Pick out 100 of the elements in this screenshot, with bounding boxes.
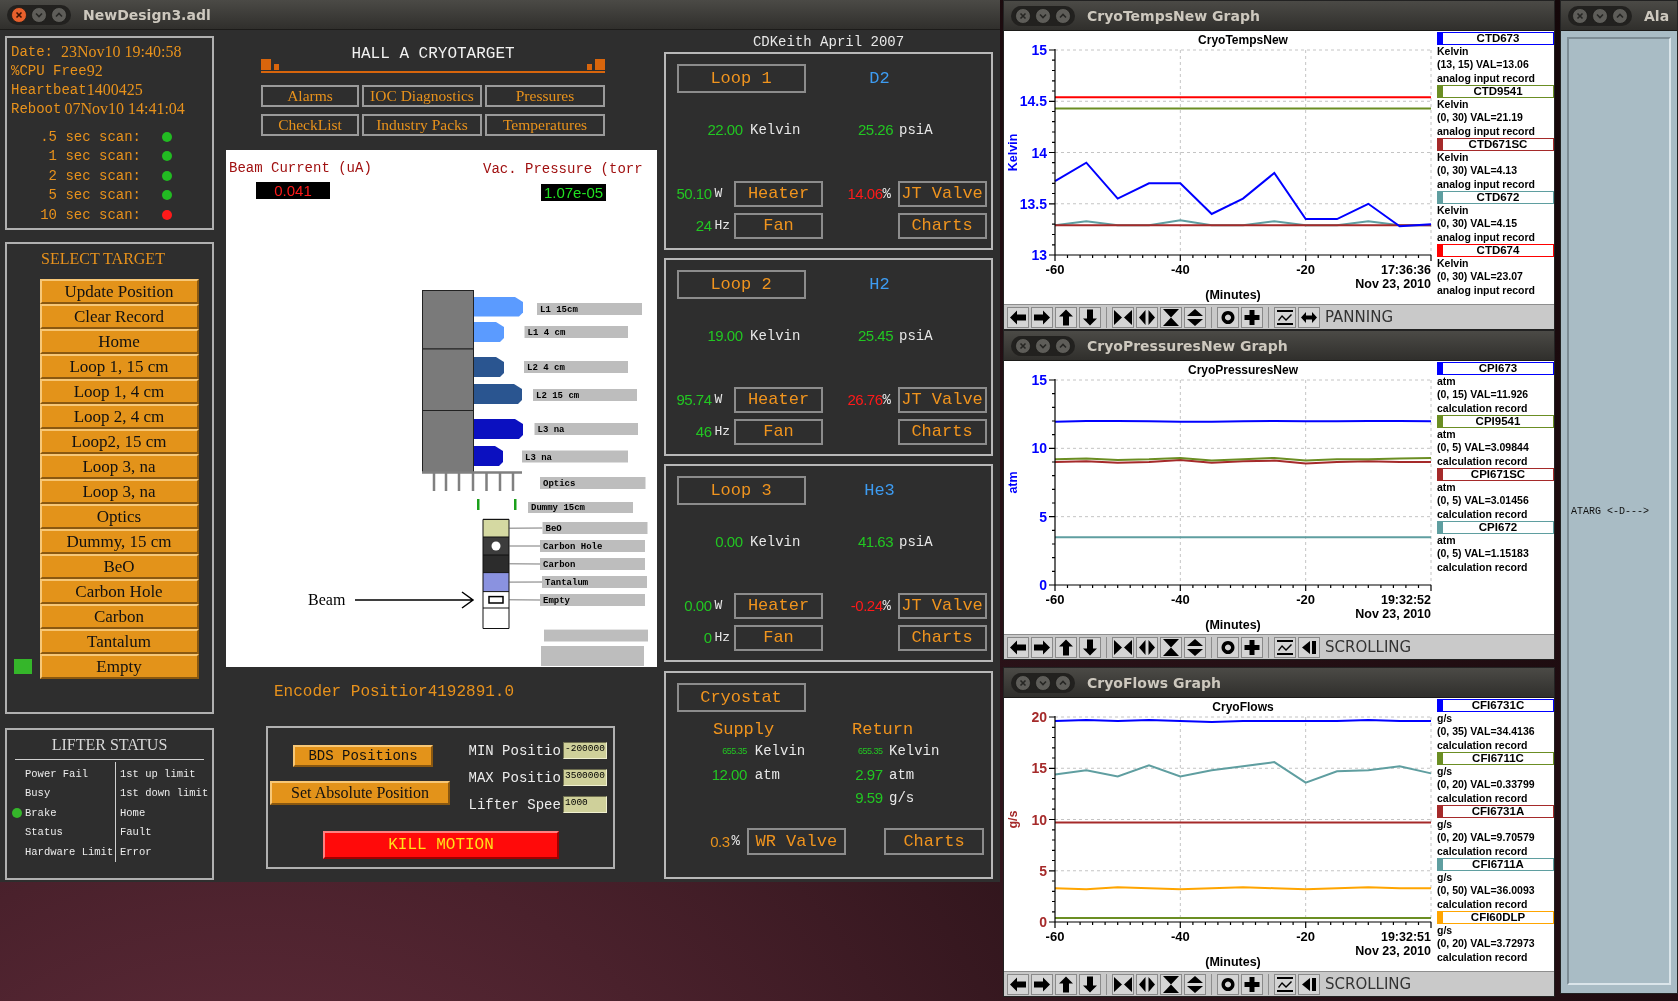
tick-label: 14.5	[1019, 93, 1047, 110]
tick-label: 10	[1031, 811, 1047, 828]
double-diamond-icon[interactable]	[1136, 306, 1158, 328]
fan-button[interactable]: Fan	[734, 419, 823, 445]
jt-valve-button[interactable]: JT Valve	[897, 593, 987, 619]
target-button[interactable]: Loop2, 15 cm	[39, 429, 199, 454]
bowtie-icon[interactable]	[1112, 306, 1134, 328]
hourglass-icon[interactable]	[1160, 636, 1182, 658]
plus-icon[interactable]	[1241, 973, 1263, 995]
maximize-icon[interactable]	[51, 6, 67, 23]
target-button[interactable]: Clear Record	[39, 304, 199, 329]
unit-label: Kelvin	[750, 122, 802, 138]
menu-button[interactable]: Industry Packs	[362, 114, 482, 136]
ring-icon[interactable]	[1217, 973, 1239, 995]
legend-text: atm	[1437, 375, 1457, 389]
maximize-icon[interactable]	[1055, 674, 1071, 691]
menu-button[interactable]: Temperatures	[485, 114, 605, 136]
target-button[interactable]: Tantalum	[39, 629, 199, 654]
heater-button[interactable]: Heater	[734, 387, 823, 413]
bds-positions-button[interactable]: BDS Positions	[293, 744, 433, 767]
target-button[interactable]: Loop 3, na	[39, 454, 199, 479]
set-position-button[interactable]: Set Absolute Position	[270, 780, 450, 805]
target-button[interactable]: Loop 2, 4 cm	[39, 404, 199, 429]
minimize-icon[interactable]	[1035, 337, 1051, 354]
target-button[interactable]: Carbon	[39, 604, 199, 629]
maximize-icon[interactable]	[1055, 7, 1071, 24]
minimize-icon[interactable]	[1035, 7, 1051, 24]
charts-button[interactable]: Charts	[897, 213, 987, 239]
unit-label: Hz	[714, 630, 732, 646]
charts-button[interactable]: Charts	[897, 625, 987, 651]
legend-text: analog input record	[1437, 177, 1536, 191]
ring-icon[interactable]	[1217, 306, 1239, 328]
target-button[interactable]: Update Position	[39, 279, 199, 304]
minimize-icon[interactable]	[1035, 674, 1051, 691]
target-button[interactable]: Home	[39, 329, 199, 354]
status-label: Date:	[11, 43, 53, 60]
target-button[interactable]: Loop 1, 15 cm	[39, 354, 199, 379]
kill-motion-button[interactable]: KILL MOTION	[323, 831, 559, 859]
hourglass-icon[interactable]	[1160, 973, 1182, 995]
waveform-box-icon[interactable]	[1274, 306, 1296, 328]
close-icon[interactable]	[1015, 674, 1031, 691]
target-button[interactable]: Dummy, 15 cm	[39, 529, 199, 554]
unit-label: Kelvin	[888, 742, 941, 761]
maximize-icon[interactable]	[1055, 337, 1071, 354]
waveform-box-icon[interactable]	[1274, 636, 1296, 658]
up-down-triangles-icon[interactable]	[1184, 306, 1206, 328]
field-label: Lifter Spee	[468, 796, 562, 813]
close-icon[interactable]	[11, 6, 27, 23]
close-icon[interactable]	[1015, 337, 1031, 354]
plus-icon[interactable]	[1241, 636, 1263, 658]
heater-button[interactable]: Heater	[734, 181, 823, 207]
arrow-to-bar-icon[interactable]	[1298, 636, 1320, 658]
menu-button[interactable]: Alarms	[261, 85, 359, 107]
target-button[interactable]: Empty	[39, 654, 199, 679]
menu-button[interactable]: IOC Diagnostics	[362, 85, 482, 107]
minimize-icon[interactable]	[31, 6, 47, 23]
fan-button[interactable]: Fan	[734, 625, 823, 651]
cryostat-button[interactable]: Cryostat	[676, 682, 806, 712]
jt-valve-button[interactable]: JT Valve	[897, 181, 987, 207]
menu-button[interactable]: Pressures	[485, 85, 605, 107]
double-diamond-icon[interactable]	[1136, 636, 1158, 658]
legend-header: CTD672	[1437, 191, 1554, 204]
encoder-value: 4192891.0	[427, 683, 515, 701]
close-icon[interactable]	[1572, 7, 1588, 24]
charts-button[interactable]: Charts	[884, 827, 984, 855]
heater-button[interactable]: Heater	[734, 593, 823, 619]
arrow-to-bar-icon[interactable]	[1298, 973, 1320, 995]
loop-button[interactable]: Loop 2	[676, 269, 806, 299]
jt-valve-button[interactable]: JT Valve	[897, 387, 987, 413]
loop-button[interactable]: Loop 3	[676, 475, 806, 505]
legend-text: calculation record	[1437, 950, 1529, 964]
bowtie-icon[interactable]	[1112, 973, 1134, 995]
target-button[interactable]: Optics	[39, 504, 199, 529]
hourglass-icon[interactable]	[1160, 306, 1182, 328]
menu-button[interactable]: CheckList	[261, 114, 359, 136]
minimize-icon[interactable]	[1592, 7, 1608, 24]
up-down-triangles-icon[interactable]	[1184, 636, 1206, 658]
up-down-triangles-icon[interactable]	[1184, 973, 1206, 995]
double-diamond-icon[interactable]	[1136, 973, 1158, 995]
plus-icon[interactable]	[1241, 306, 1263, 328]
loop-button[interactable]: Loop 1	[676, 63, 806, 93]
mode-label: PANNING	[1325, 308, 1394, 326]
wr-valve-button[interactable]: WR Valve	[746, 827, 846, 855]
entry-field[interactable]: 1000	[563, 796, 607, 814]
fan-button[interactable]: Fan	[734, 213, 823, 239]
charts-button[interactable]: Charts	[897, 419, 987, 445]
target-button[interactable]: Loop 1, 4 cm	[39, 379, 199, 404]
target-button[interactable]: Carbon Hole	[39, 579, 199, 604]
target-button[interactable]: BeO	[39, 554, 199, 579]
status-label: Heartbeat	[11, 81, 87, 98]
mode-label: SCROLLING	[1325, 975, 1412, 993]
entry-field[interactable]: -200000	[563, 742, 607, 760]
waveform-box-icon[interactable]	[1274, 973, 1296, 995]
maximize-icon[interactable]	[1612, 7, 1628, 24]
target-button[interactable]: Loop 3, na	[39, 479, 199, 504]
target-label: Carbon	[540, 558, 645, 570]
entry-field[interactable]: 3500000	[563, 769, 607, 787]
bowtie-icon[interactable]	[1112, 636, 1134, 658]
close-icon[interactable]	[1015, 7, 1031, 24]
ring-icon[interactable]	[1217, 636, 1239, 658]
